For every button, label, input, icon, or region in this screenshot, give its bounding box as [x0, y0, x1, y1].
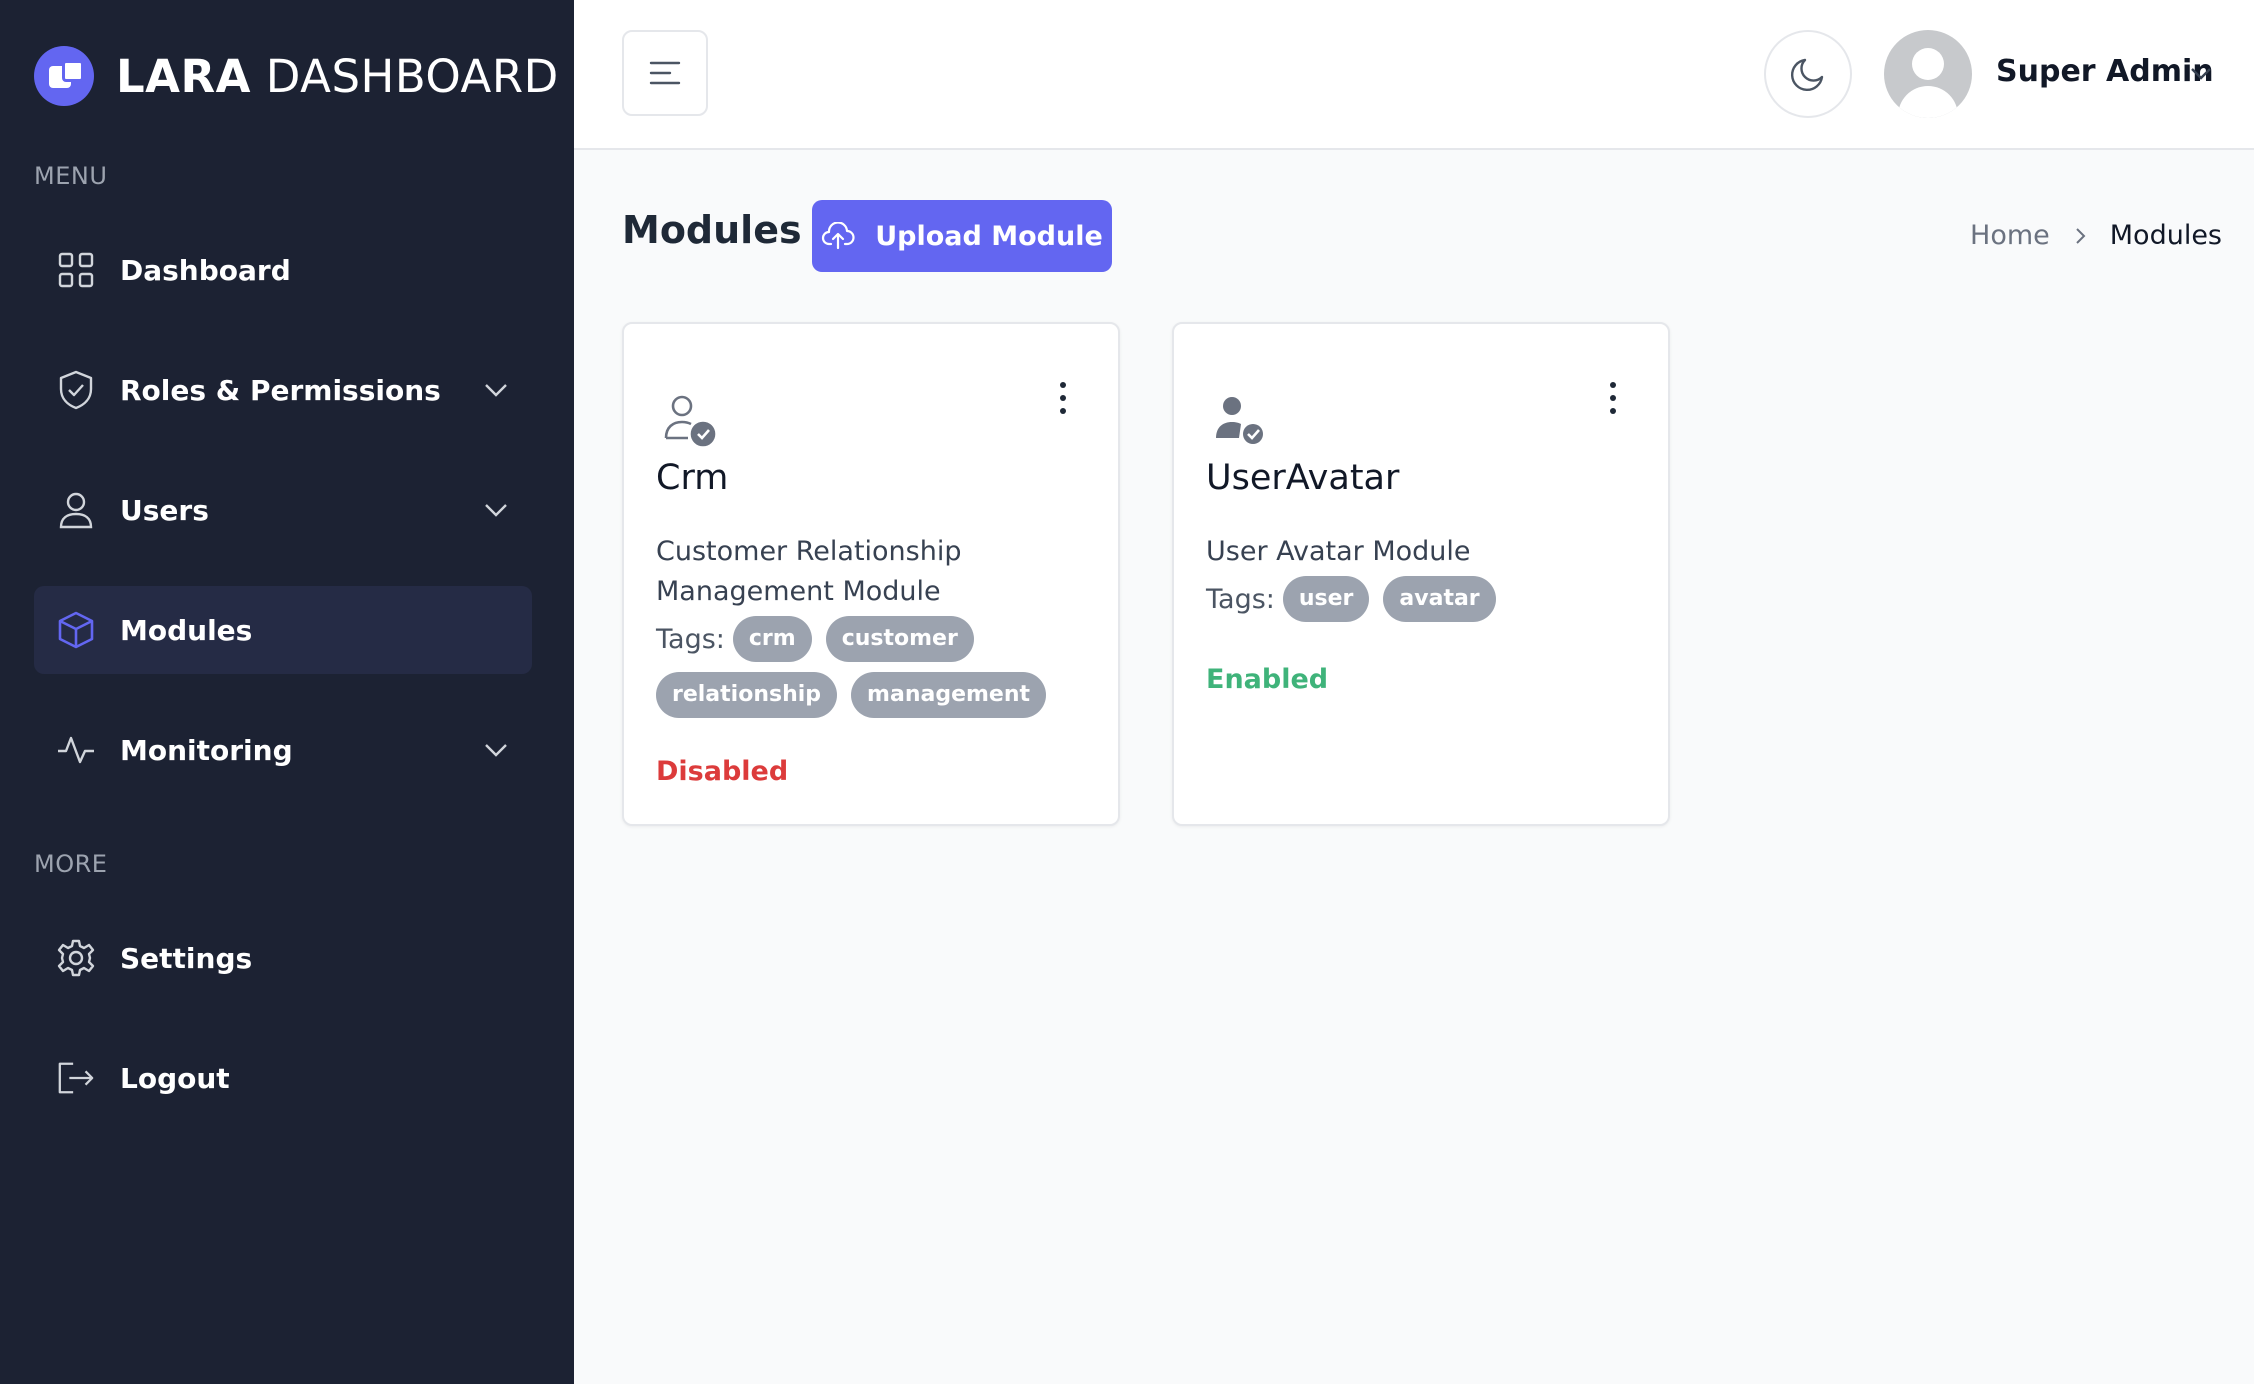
sidebar-item-dashboard[interactable]: Dashboard [34, 226, 532, 314]
sidebar-item-users[interactable]: Users [34, 466, 532, 554]
module-description: Customer Relationship Management Module [656, 536, 962, 607]
sidebar-toggle-button[interactable] [622, 30, 708, 116]
sidebar-item-label: Logout [120, 1061, 230, 1095]
user-name[interactable]: Super Admin [1996, 54, 2214, 89]
module-description: User Avatar Module [1206, 536, 1471, 567]
sidebar-item-label: Monitoring [120, 733, 293, 767]
user-check-icon [664, 395, 716, 447]
breadcrumb-home-link[interactable]: Home [1970, 220, 2050, 251]
user-icon [56, 490, 96, 530]
user-check-icon [1216, 397, 1265, 446]
sidebar-item-label: Users [120, 493, 209, 527]
module-card-crm: Crm Customer Relationship Management Mod… [622, 322, 1120, 826]
upload-module-button[interactable]: Upload Module [812, 200, 1112, 272]
breadcrumb: Home Modules [1970, 220, 2222, 251]
tag-badge: user [1282, 576, 1370, 622]
tag-badge: avatar [1383, 576, 1496, 622]
module-description-block: Customer Relationship Management Module … [656, 532, 1096, 724]
sidebar-item-modules[interactable]: Modules [34, 586, 532, 674]
module-description-block: User Avatar Module Tags: user avatar [1206, 532, 1646, 628]
sidebar-item-label: Dashboard [120, 253, 291, 287]
app-logo[interactable]: LARA DASHBOARD [34, 46, 559, 106]
sidebar-item-roles-permissions[interactable]: Roles & Permissions [34, 346, 532, 434]
upload-module-label: Upload Module [875, 220, 1103, 252]
menu-section-label: MENU [34, 162, 108, 190]
tags-label: Tags: [1206, 584, 1275, 615]
sidebar-item-monitoring[interactable]: Monitoring [34, 706, 532, 794]
sidebar-item-label: Modules [120, 613, 253, 647]
logo-text: LARA DASHBOARD [116, 49, 559, 103]
sidebar: LARA DASHBOARD MENU Dashboard Roles & Pe… [0, 0, 574, 1384]
sidebar-item-label: Roles & Permissions [120, 373, 441, 407]
avatar[interactable] [1884, 30, 1972, 118]
chevron-down-icon [485, 744, 507, 757]
grid-icon [56, 250, 96, 290]
shield-check-icon [56, 370, 96, 410]
sidebar-item-label: Settings [120, 941, 253, 975]
breadcrumb-current: Modules [2109, 220, 2222, 251]
module-title: UserAvatar [1206, 458, 1400, 498]
card-options-menu[interactable] [1058, 382, 1068, 414]
card-options-menu[interactable] [1608, 382, 1618, 414]
tag-badge: crm [732, 616, 812, 662]
module-card-useravatar: UserAvatar User Avatar Module Tags: user… [1172, 322, 1670, 826]
activity-icon [56, 730, 96, 770]
tag-badge: management [851, 672, 1047, 718]
tags-label: Tags: [656, 624, 725, 655]
chevron-right-icon [2076, 227, 2086, 244]
sidebar-item-settings[interactable]: Settings [34, 914, 532, 1002]
moon-icon [1790, 58, 1824, 92]
dark-mode-toggle[interactable] [1764, 30, 1852, 118]
tag-badge: relationship [656, 672, 838, 718]
module-title: Crm [656, 458, 729, 498]
module-tags: Tags: user avatar [1206, 572, 1646, 628]
module-status[interactable]: Enabled [1206, 664, 1328, 695]
gear-icon [56, 938, 96, 978]
top-header: Super Admin [574, 0, 2254, 150]
tag-badge: customer [825, 616, 974, 662]
page-title: Modules [622, 208, 802, 252]
chevron-down-icon[interactable] [2188, 60, 2214, 86]
logo-icon [34, 46, 94, 106]
chevron-down-icon [485, 504, 507, 517]
chevron-down-icon [485, 384, 507, 397]
module-status[interactable]: Disabled [656, 756, 788, 787]
cloud-upload-icon [822, 222, 855, 250]
cube-icon [56, 610, 96, 650]
module-tags: Tags: crm customer relationship manageme… [656, 612, 1096, 724]
logout-icon [56, 1058, 96, 1098]
hamburger-icon [649, 61, 681, 85]
sidebar-item-logout[interactable]: Logout [34, 1034, 532, 1122]
more-section-label: MORE [34, 850, 108, 878]
